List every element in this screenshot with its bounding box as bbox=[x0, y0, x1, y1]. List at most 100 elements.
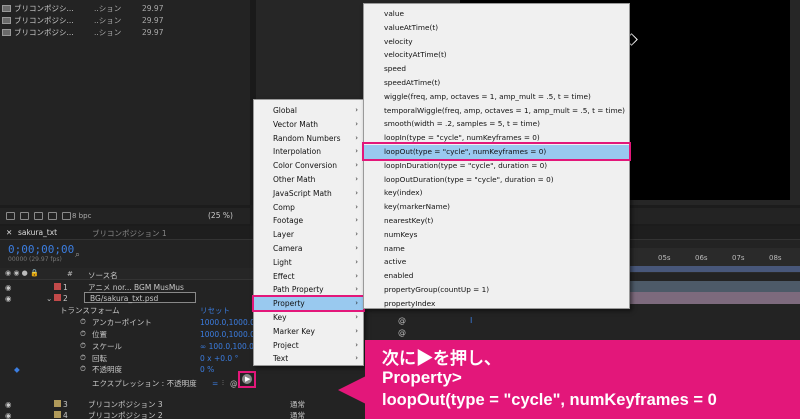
layer-name[interactable]: ブリコンポジション 3 bbox=[88, 399, 163, 410]
menu-item-num-keys[interactable]: numKeys bbox=[364, 228, 629, 242]
project-settings-icon[interactable] bbox=[48, 212, 57, 220]
menu-item-speed-at-time[interactable]: speedAtTime(t) bbox=[364, 76, 629, 90]
tab-composition-1[interactable]: ブリコンポジション 1 bbox=[92, 228, 167, 239]
eye-icon[interactable]: ◉ bbox=[5, 400, 12, 409]
menu-item-comp[interactable]: Comp › bbox=[254, 201, 363, 214]
menu-item-loop-out-duration[interactable]: loopOutDuration(type = "cycle", duration… bbox=[364, 173, 629, 187]
menu-item-camera[interactable]: Camera › bbox=[254, 242, 363, 255]
menu-item-key-index[interactable]: key(index) bbox=[364, 186, 629, 200]
label-color-swatch[interactable] bbox=[54, 283, 61, 290]
chevron-right-icon: › bbox=[355, 216, 358, 225]
blend-mode-select[interactable]: 通常 bbox=[290, 399, 305, 410]
eye-icon[interactable]: ◉ bbox=[5, 411, 12, 419]
stopwatch-icon[interactable]: ⏱ bbox=[80, 364, 86, 374]
transform-group-label[interactable]: トランスフォーム bbox=[60, 305, 120, 316]
frame-rate-readout: 00000 (29.97 fps) bbox=[8, 256, 62, 263]
menu-item-key[interactable]: Key › bbox=[254, 311, 363, 324]
menu-item-global[interactable]: Global › bbox=[254, 104, 363, 117]
menu-item-random-numbers[interactable]: Random Numbers › bbox=[254, 132, 363, 145]
project-item[interactable]: ブリコンポジシ... ..ション 29.97 bbox=[0, 15, 190, 26]
menu-item-temporal-wiggle[interactable]: temporalWiggle(freq, amp, octaves = 1, a… bbox=[364, 104, 629, 118]
interpret-footage-icon[interactable] bbox=[6, 212, 15, 220]
expression-enable-icon[interactable]: = bbox=[212, 379, 218, 388]
new-composition-icon[interactable] bbox=[34, 212, 43, 220]
chevron-right-icon: › bbox=[355, 119, 358, 128]
delete-icon[interactable] bbox=[62, 212, 71, 220]
chevron-right-icon: › bbox=[355, 147, 358, 156]
chevron-right-icon: › bbox=[355, 271, 358, 280]
eye-icon[interactable]: ◉ bbox=[5, 283, 12, 292]
keyframe-nav-icon[interactable]: ◆ bbox=[14, 365, 20, 374]
hash-icon: # bbox=[67, 270, 73, 278]
menu-item-wiggle[interactable]: wiggle(freq, amp, octaves = 1, amp_mult … bbox=[364, 90, 629, 104]
label-color-swatch[interactable] bbox=[54, 400, 61, 407]
project-item[interactable]: ブリコンポジシ... ..ション 29.97 bbox=[0, 3, 190, 14]
menu-item-layer[interactable]: Layer › bbox=[254, 228, 363, 241]
playhead-marker-icon[interactable]: I bbox=[470, 316, 472, 325]
zoom-select[interactable]: (25 %) bbox=[208, 211, 233, 220]
menu-item-speed[interactable]: speed bbox=[364, 62, 629, 76]
label-color-swatch[interactable] bbox=[54, 411, 61, 418]
menu-item-nearest-key[interactable]: nearestKey(t) bbox=[364, 214, 629, 228]
menu-item-interpolation[interactable]: Interpolation › bbox=[254, 145, 363, 158]
menu-item-marker-key[interactable]: Marker Key › bbox=[254, 325, 363, 338]
ruler-tick-label: 07s bbox=[732, 254, 745, 262]
menu-item-name[interactable]: name bbox=[364, 242, 629, 256]
menu-item-javascript-math[interactable]: JavaScript Math › bbox=[254, 187, 363, 200]
stopwatch-icon[interactable]: ⏱ bbox=[80, 317, 86, 327]
menu-item-key-marker-name[interactable]: key(markerName) bbox=[364, 200, 629, 214]
expression-language-menu-button[interactable]: ▶ bbox=[238, 371, 256, 388]
reset-link[interactable]: リセット bbox=[200, 305, 230, 316]
layer-name[interactable]: ブリコンポジション 2 bbox=[88, 410, 163, 419]
menu-item-text[interactable]: Text › bbox=[254, 352, 363, 365]
menu-item-color-conversion[interactable]: Color Conversion › bbox=[254, 159, 363, 172]
menu-item-effect[interactable]: Effect › bbox=[254, 270, 363, 283]
menu-item-value[interactable]: value bbox=[364, 7, 629, 21]
project-item[interactable]: ブリコンポジシ... ..ション 29.97 bbox=[0, 27, 190, 38]
menu-item-active[interactable]: active bbox=[364, 255, 629, 269]
stopwatch-icon[interactable]: ⏱ bbox=[80, 329, 86, 339]
tab-sakura-txt[interactable]: sakura_txt bbox=[18, 228, 57, 237]
menu-item-velocity[interactable]: velocity bbox=[364, 35, 629, 49]
callout-pointer bbox=[338, 376, 366, 404]
stopwatch-icon[interactable]: ⏱ bbox=[80, 353, 86, 363]
callout-line-3: loopOut(type = "cycle", numKeyframes = 0 bbox=[382, 391, 717, 409]
menu-item-velocity-at-time[interactable]: velocityAtTime(t) bbox=[364, 48, 629, 62]
pickwhip-icon[interactable]: @ bbox=[398, 328, 406, 337]
chevron-right-icon: › bbox=[355, 161, 358, 170]
chevron-right-icon: › bbox=[355, 354, 358, 363]
stopwatch-icon[interactable]: ⏱ bbox=[80, 341, 86, 351]
menu-item-footage[interactable]: Footage › bbox=[254, 214, 363, 227]
menu-item-project[interactable]: Project › bbox=[254, 339, 363, 352]
chevron-right-icon: › bbox=[355, 106, 358, 114]
layer-name[interactable]: アニメ nor... BGM MusMus bbox=[88, 282, 184, 293]
collapse-chevron-icon[interactable]: ⌄ bbox=[46, 294, 52, 303]
menu-item-vector-math[interactable]: Vector Math › bbox=[254, 118, 363, 131]
current-timecode[interactable]: 0;00;00;00 bbox=[8, 243, 74, 256]
menu-item-light[interactable]: Light › bbox=[254, 256, 363, 269]
menu-item-value-at-time[interactable]: valueAtTime(t) bbox=[364, 21, 629, 35]
chevron-right-icon: › bbox=[355, 313, 358, 321]
menu-item-other-math[interactable]: Other Math › bbox=[254, 173, 363, 186]
chevron-right-icon: › bbox=[355, 340, 358, 349]
close-icon[interactable]: ✕ bbox=[6, 228, 12, 237]
menu-item-smooth[interactable]: smooth(width = .2, samples = 5, t = time… bbox=[364, 117, 629, 131]
source-name-header[interactable]: ソース名 bbox=[88, 270, 118, 281]
label-color-swatch[interactable] bbox=[54, 294, 61, 301]
menu-item-property-group[interactable]: propertyGroup(countUp = 1) bbox=[364, 283, 629, 297]
highlight-frame bbox=[362, 142, 631, 161]
pickwhip-icon[interactable]: @ bbox=[398, 316, 406, 325]
menu-item-enabled[interactable]: enabled bbox=[364, 269, 629, 283]
pickwhip-icon[interactable]: @ bbox=[230, 379, 238, 388]
bpc-label[interactable]: 8 bpc bbox=[72, 212, 91, 220]
graph-icon[interactable]: ⫶ bbox=[222, 378, 224, 388]
new-folder-icon[interactable] bbox=[20, 212, 29, 220]
layer-name[interactable]: BG/sakura_txt.psd bbox=[90, 294, 158, 303]
blend-mode-select[interactable]: 通常 bbox=[290, 410, 305, 419]
chevron-right-icon: › bbox=[355, 188, 358, 197]
chevron-right-icon: › bbox=[355, 230, 358, 239]
eye-icon[interactable]: ◉ bbox=[5, 294, 12, 303]
menu-item-property-index[interactable]: propertyIndex bbox=[364, 297, 629, 311]
callout-line-1: 次に▶を押し、 bbox=[382, 349, 501, 368]
search-icon[interactable]: ⌕ bbox=[75, 250, 80, 260]
